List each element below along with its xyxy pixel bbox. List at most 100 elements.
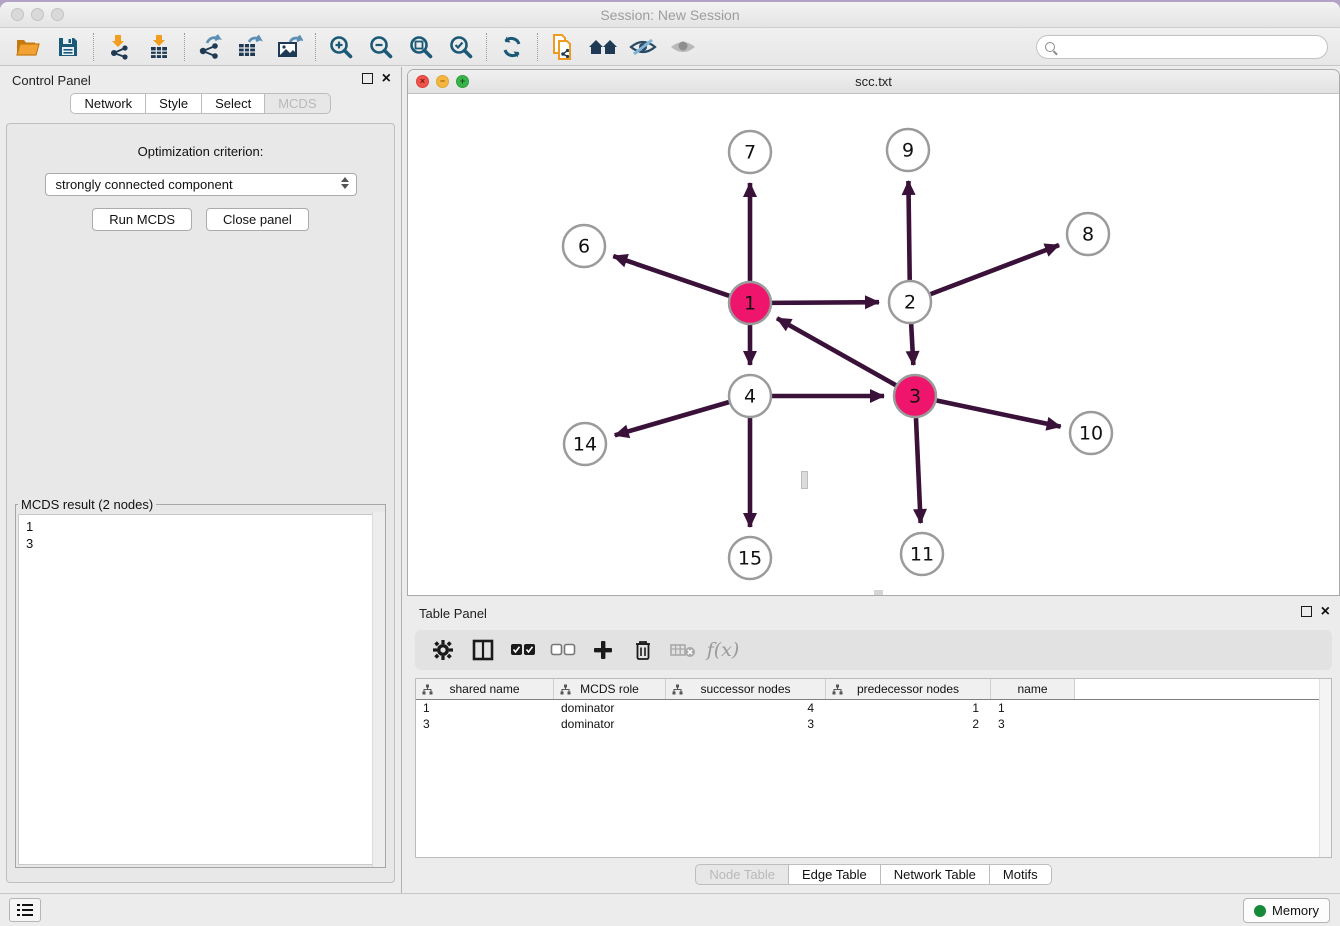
network-graph[interactable]: 1234678910111415 — [408, 95, 1340, 596]
run-mcds-button[interactable]: Run MCDS — [92, 208, 192, 231]
import-table-icon — [147, 34, 171, 60]
zoom-selected-icon — [448, 34, 474, 60]
canvas-grip[interactable] — [874, 590, 883, 595]
import-network-button[interactable] — [99, 31, 139, 63]
tab-mcds[interactable]: MCDS — [265, 93, 330, 114]
edge-3-11[interactable] — [916, 418, 921, 523]
edge-1-6[interactable] — [613, 256, 729, 296]
table-scrollbar[interactable] — [1319, 679, 1331, 857]
search-input[interactable] — [1036, 35, 1328, 59]
close-panel-button[interactable]: Close panel — [206, 208, 309, 231]
tab-select[interactable]: Select — [202, 93, 265, 114]
table-row[interactable]: 1dominator411 — [416, 700, 1331, 716]
table-panel-title: Table Panel — [419, 606, 487, 621]
settings-gear-button[interactable] — [425, 634, 461, 666]
table-cell[interactable]: 2 — [826, 716, 991, 732]
zoom-selected-button[interactable] — [441, 31, 481, 63]
close-table-panel-icon[interactable]: × — [1321, 605, 1330, 618]
control-panel-header: Control Panel × — [0, 67, 401, 93]
column-header-shared-name[interactable]: shared name — [416, 679, 554, 699]
main-area: Control Panel × NetworkStyleSelectMCDS O… — [0, 67, 1340, 893]
edge-3-10[interactable] — [937, 401, 1061, 427]
table-cell[interactable]: 3 — [991, 716, 1075, 732]
function-builder-button: f(x) — [705, 634, 741, 666]
zoom-out-button[interactable] — [361, 31, 401, 63]
refresh-button[interactable] — [492, 31, 532, 63]
table-cell[interactable]: 1 — [416, 700, 554, 716]
save-session-button[interactable] — [48, 31, 88, 63]
table-cell[interactable]: 1 — [991, 700, 1075, 716]
delete-column-button[interactable] — [625, 634, 661, 666]
control-panel-tabs: NetworkStyleSelectMCDS — [0, 93, 401, 114]
zoom-in-button[interactable] — [321, 31, 361, 63]
close-panel-icon[interactable]: × — [382, 72, 391, 85]
column-header-name[interactable]: name — [991, 679, 1075, 699]
app-window: Session: New Session — [0, 2, 1340, 926]
deselect-all-button[interactable] — [545, 634, 581, 666]
tab-edge-table[interactable]: Edge Table — [789, 864, 881, 885]
node-label-4: 4 — [744, 386, 756, 408]
tab-style[interactable]: Style — [146, 93, 202, 114]
edge-2-8[interactable] — [931, 245, 1059, 294]
table-cell[interactable]: 3 — [666, 716, 826, 732]
float-table-panel-icon[interactable] — [1301, 606, 1312, 617]
table-cell[interactable]: dominator — [554, 716, 666, 732]
table-header-row: shared nameMCDS rolesuccessor nodesprede… — [416, 679, 1331, 700]
splitter-handle[interactable] — [801, 471, 808, 489]
tab-motifs[interactable]: Motifs — [990, 864, 1052, 885]
mcds-result-text[interactable]: 1 3 — [18, 514, 383, 865]
node-table[interactable]: shared nameMCDS rolesuccessor nodesprede… — [415, 678, 1332, 858]
table-cell[interactable]: 4 — [666, 700, 826, 716]
duplicate-network-button[interactable] — [543, 31, 583, 63]
import-table-button[interactable] — [139, 31, 179, 63]
duplicate-network-icon — [550, 33, 576, 61]
node-label-15: 15 — [738, 548, 762, 570]
edge-1-2[interactable] — [772, 302, 879, 303]
double-home-button[interactable] — [583, 31, 623, 63]
export-image-icon — [277, 34, 303, 60]
node-label-10: 10 — [1079, 423, 1103, 445]
edge-2-9[interactable] — [908, 181, 909, 280]
table-cell[interactable]: 3 — [416, 716, 554, 732]
main-toolbar — [0, 28, 1340, 66]
export-network-button[interactable] — [190, 31, 230, 63]
edge-4-14[interactable] — [615, 402, 729, 435]
tab-node-table[interactable]: Node Table — [695, 864, 789, 885]
tab-network-table[interactable]: Network Table — [881, 864, 990, 885]
column-header-predecessor-nodes[interactable]: predecessor nodes — [826, 679, 991, 699]
node-label-3: 3 — [909, 386, 921, 408]
hide-selected-button[interactable] — [623, 31, 663, 63]
column-header-MCDS-role[interactable]: MCDS role — [554, 679, 666, 699]
result-scrollbar[interactable] — [372, 512, 385, 867]
memory-button[interactable]: Memory — [1243, 898, 1330, 923]
export-image-button[interactable] — [270, 31, 310, 63]
columns-icon — [472, 639, 494, 661]
add-column-button[interactable] — [585, 634, 621, 666]
network-canvas[interactable]: 1234678910111415 — [408, 95, 1339, 595]
export-table-button[interactable] — [230, 31, 270, 63]
double-home-icon — [588, 35, 618, 59]
table-row[interactable]: 3dominator323 — [416, 716, 1331, 732]
table-cell[interactable]: dominator — [554, 700, 666, 716]
column-header-successor-nodes[interactable]: successor nodes — [666, 679, 826, 699]
open-file-button[interactable] — [8, 31, 48, 63]
table-cell[interactable]: 1 — [826, 700, 991, 716]
column-chooser-button[interactable] — [465, 634, 501, 666]
node-label-14: 14 — [573, 434, 597, 456]
zoom-fit-button[interactable] — [401, 31, 441, 63]
edge-2-3[interactable] — [911, 324, 913, 365]
mcds-panel: Optimization criterion: strongly connect… — [6, 123, 395, 883]
column-type-icon — [422, 684, 433, 695]
tab-network[interactable]: Network — [70, 93, 146, 114]
network-window-title: scc.txt — [408, 74, 1339, 89]
select-all-button[interactable] — [505, 634, 541, 666]
edge-3-1[interactable] — [777, 318, 896, 385]
control-panel-title: Control Panel — [12, 73, 91, 88]
column-type-icon — [560, 684, 571, 695]
criterion-select[interactable]: strongly connected component — [45, 173, 357, 196]
float-panel-icon[interactable] — [362, 73, 373, 84]
task-history-button[interactable] — [9, 898, 41, 922]
trash-icon — [633, 639, 653, 661]
show-all-button[interactable] — [663, 31, 703, 63]
node-label-9: 9 — [902, 140, 914, 162]
